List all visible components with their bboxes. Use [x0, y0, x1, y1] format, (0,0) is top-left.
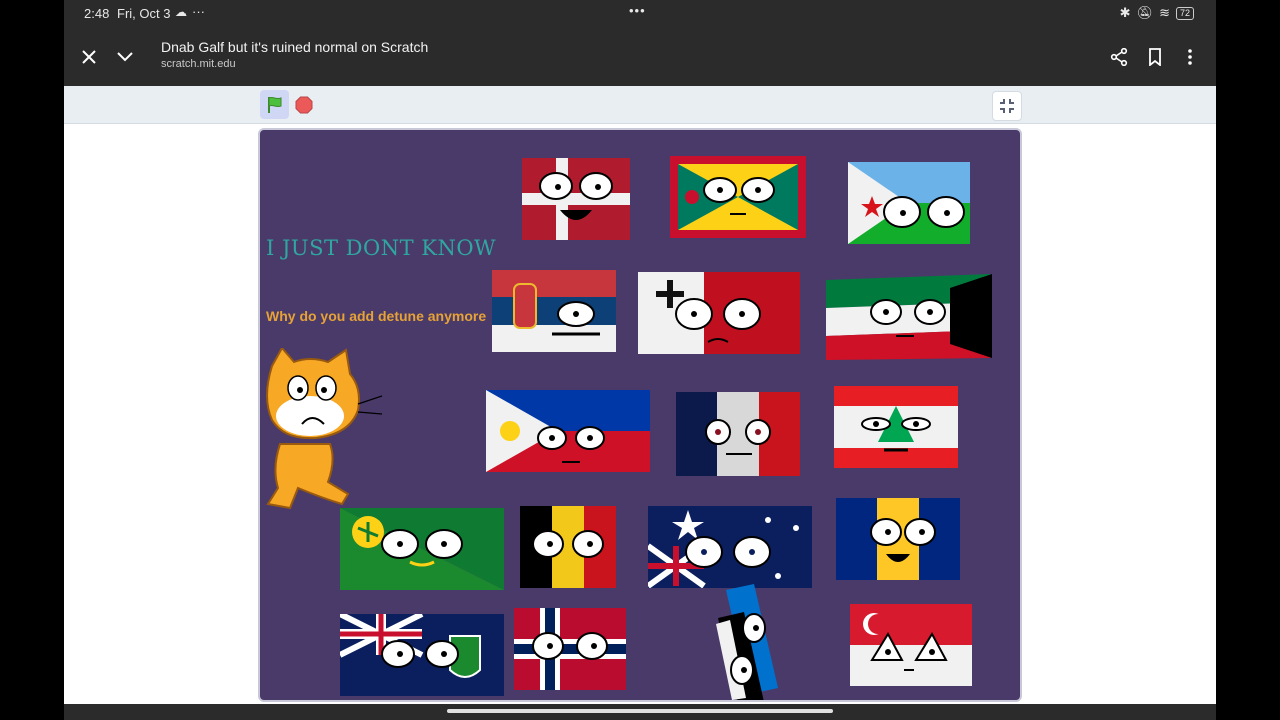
green-flag-button[interactable]	[260, 90, 289, 119]
share-icon[interactable]	[1103, 41, 1135, 73]
denmark-flag-sprite	[522, 158, 630, 240]
mute-icon: 🔕︎	[1136, 5, 1154, 20]
close-icon[interactable]	[73, 41, 105, 73]
cloud-icon: ☁	[175, 5, 187, 19]
montserrat-flag-sprite	[340, 614, 504, 696]
page-title-block: Dnab Galf but it's ruined normal on Scra…	[161, 39, 428, 70]
serbia-flag-sprite	[492, 270, 616, 352]
estonia-flag-sprite	[716, 584, 778, 700]
australia-flag-sprite	[648, 506, 812, 588]
philippines-flag-sprite	[486, 390, 650, 472]
grenada-flag-sprite	[670, 156, 806, 238]
malta-flag-sprite	[638, 272, 800, 354]
page-url: scratch.mit.edu	[161, 58, 236, 70]
singapore-flag-sprite	[850, 604, 972, 686]
scratch-cat-sprite	[266, 348, 383, 510]
wifi-icon: ≋	[1159, 5, 1170, 20]
stop-button[interactable]	[295, 96, 313, 114]
home-indicator[interactable]	[447, 709, 833, 713]
navigation-bar	[64, 704, 1216, 720]
battery-icon: 72	[1175, 6, 1194, 20]
more-notifications-icon: ···	[192, 4, 205, 19]
barbados-flag-sprite	[836, 498, 960, 580]
multitask-handle-icon[interactable]: •••	[629, 3, 646, 18]
browser-toolbar: Dnab Galf but it's ruined normal on Scra…	[64, 28, 1216, 86]
scratch-controls-bar	[64, 86, 1216, 124]
stage-subtitle-text: Why do you add detune anymore	[266, 308, 487, 324]
scratch-stage[interactable]: I JUST DONT KNOW Why do you add detune a…	[258, 128, 1022, 702]
christmas-island-flag-sprite	[340, 508, 504, 590]
status-bar: 2:48 Fri, Oct 3 ☁ ··· ••• ✱ 🔕︎ ≋ 72	[64, 0, 1216, 28]
status-time: 2:48	[84, 6, 110, 21]
kuwait-flag-sprite	[826, 274, 992, 360]
chevron-down-icon[interactable]	[109, 41, 141, 73]
exit-fullscreen-button[interactable]	[992, 91, 1022, 121]
page-title: Dnab Galf but it's ruined normal on Scra…	[161, 39, 429, 55]
green-flag-icon	[267, 96, 281, 113]
tablet-screen: 2:48 Fri, Oct 3 ☁ ··· ••• ✱ 🔕︎ ≋ 72 Dnab…	[64, 0, 1216, 720]
djibouti-flag-sprite	[848, 162, 970, 244]
system-icons: ✱ 🔕︎ ≋ 72	[1120, 5, 1194, 21]
unfullscreen-icon	[1000, 99, 1014, 113]
lebanon-flag-sprite	[834, 386, 958, 468]
more-vert-icon[interactable]	[1174, 41, 1206, 73]
france-flag-sprite	[676, 392, 800, 476]
norway-flag-sprite	[514, 608, 626, 690]
bookmark-icon[interactable]	[1139, 41, 1171, 73]
stage-title-text: I JUST DONT KNOW	[266, 236, 497, 260]
belgium-flag-sprite	[520, 506, 616, 588]
bluetooth-icon: ✱	[1119, 5, 1131, 20]
status-date: Fri, Oct 3	[117, 6, 171, 21]
